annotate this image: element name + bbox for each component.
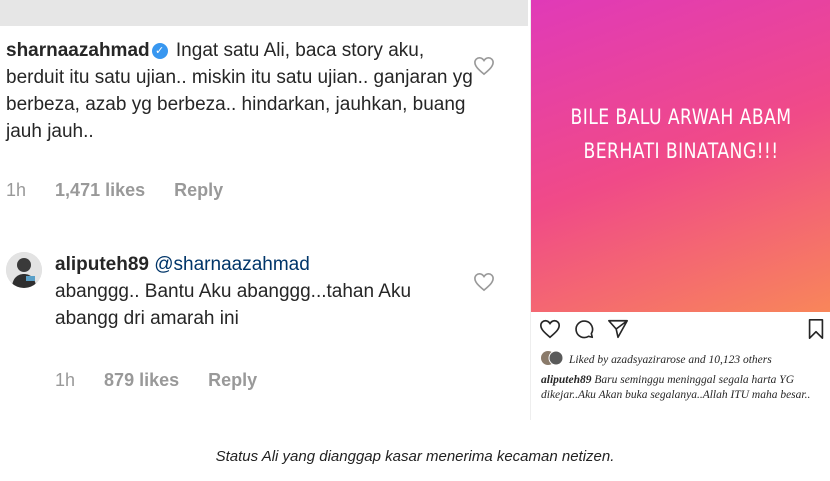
liked-by-text: Liked by azadsyazirarose and 10,123 othe… bbox=[569, 354, 772, 366]
like-heart-icon[interactable] bbox=[473, 56, 495, 76]
comment-icon[interactable] bbox=[573, 318, 595, 340]
reply-button[interactable]: Reply bbox=[208, 370, 257, 390]
share-icon[interactable] bbox=[607, 318, 629, 340]
verified-badge-icon: ✓ bbox=[151, 43, 168, 59]
comment-meta: 1h 879 likes Reply bbox=[55, 370, 281, 391]
post-actions bbox=[539, 318, 829, 344]
post-caption: aliputeh89 Baru seminggu meninggal segal… bbox=[541, 373, 826, 403]
story-text: BILE BALU ARWAH ABAM BERHATI BINATANG!!! bbox=[558, 100, 804, 168]
comment-meta: 1h 1,471 likes Reply bbox=[6, 180, 247, 201]
comment-likes[interactable]: 879 likes bbox=[104, 370, 179, 390]
liked-by[interactable]: Liked by azadsyazirarose and 10,123 othe… bbox=[541, 350, 772, 366]
comment-text: abanggg.. Bantu Aku abanggg...tahan Aku … bbox=[55, 281, 412, 329]
mention-link[interactable]: @sharnaazahmad bbox=[154, 254, 310, 275]
story-line-2: BERHATI BINATANG!!! bbox=[583, 139, 779, 163]
reply-button[interactable]: Reply bbox=[174, 180, 223, 200]
comment-sharnaazahmad: sharnaazahmad ✓ Ingat satu Ali, baca stor… bbox=[6, 37, 476, 145]
bookmark-icon[interactable] bbox=[805, 318, 827, 340]
comment-likes[interactable]: 1,471 likes bbox=[55, 180, 145, 200]
comments-panel: sharnaazahmad ✓ Ingat satu Ali, baca stor… bbox=[0, 0, 528, 420]
liked-avatars-icon bbox=[541, 350, 563, 366]
caption-username[interactable]: aliputeh89 bbox=[541, 374, 591, 386]
like-heart-icon[interactable] bbox=[473, 272, 495, 292]
top-bar bbox=[0, 0, 528, 26]
avatar-image bbox=[6, 252, 42, 288]
comment-time: 1h bbox=[55, 370, 76, 390]
comment-username[interactable]: aliputeh89 bbox=[55, 254, 149, 275]
story-line-1: BILE BALU ARWAH ABAM bbox=[570, 105, 792, 129]
avatar[interactable] bbox=[6, 252, 42, 288]
comment-time: 1h bbox=[6, 180, 27, 200]
figure-caption: Status Ali yang dianggap kasar menerima … bbox=[215, 448, 615, 465]
comment-username[interactable]: sharnaazahmad bbox=[6, 40, 150, 61]
story-image[interactable]: BILE BALU ARWAH ABAM BERHATI BINATANG!!! bbox=[531, 0, 830, 312]
comment-aliputeh89: aliputeh89 @sharnaazahmad abanggg.. Bant… bbox=[55, 251, 455, 332]
instagram-post: BILE BALU ARWAH ABAM BERHATI BINATANG!!!… bbox=[530, 0, 830, 420]
like-heart-icon[interactable] bbox=[539, 318, 561, 340]
